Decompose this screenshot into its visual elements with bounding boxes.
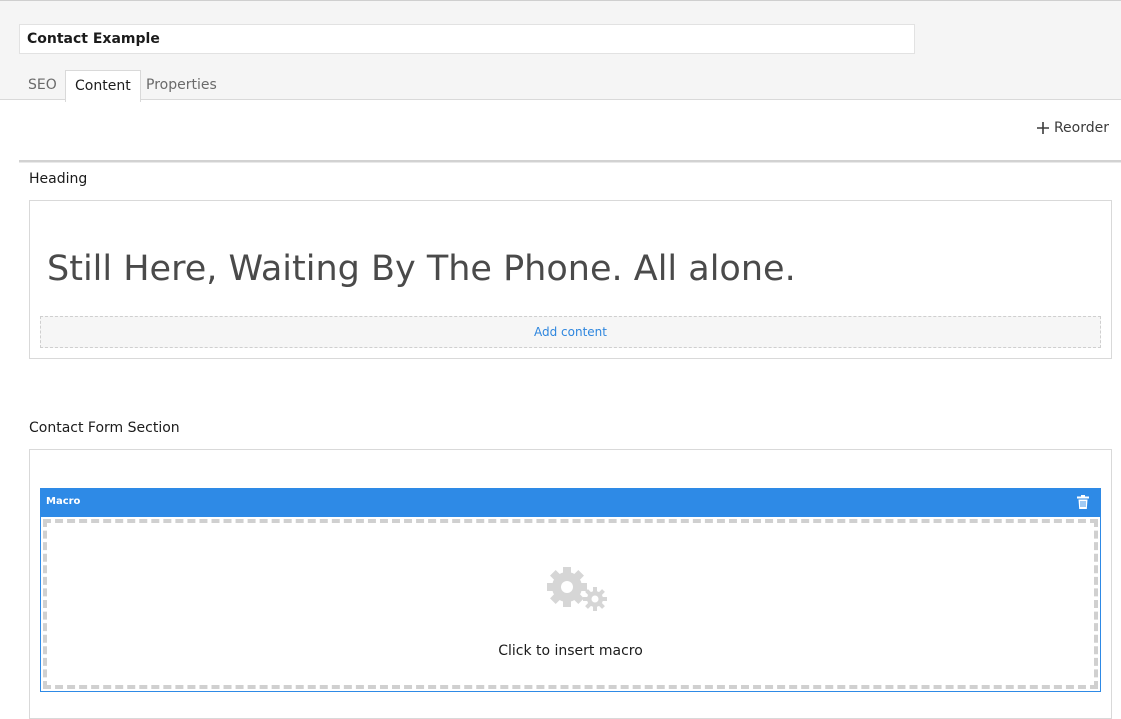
reorder-button[interactable]: Reorder bbox=[1036, 120, 1109, 136]
macro-toolbar: Macro bbox=[40, 488, 1101, 517]
plus-move-icon bbox=[1036, 122, 1049, 134]
editor-header: SEO Content Properties bbox=[0, 0, 1121, 102]
macro-label: Macro bbox=[46, 496, 81, 507]
macro-insert-area[interactable]: Click to insert macro bbox=[40, 517, 1101, 692]
contact-form-section-box: Macro Click to insert macro bbox=[29, 449, 1112, 719]
page-name-input[interactable] bbox=[19, 24, 915, 54]
section-title-contact-form: Contact Form Section bbox=[29, 420, 180, 436]
reorder-label: Reorder bbox=[1053, 120, 1109, 136]
macro-dashed-frame: Click to insert macro bbox=[43, 519, 1098, 689]
tab-properties[interactable]: Properties bbox=[137, 70, 226, 101]
add-content-button[interactable]: Add content bbox=[40, 316, 1101, 348]
tab-content[interactable]: Content bbox=[65, 70, 141, 102]
content-divider bbox=[19, 160, 1121, 163]
heading-content-text[interactable]: Still Here, Waiting By The Phone. All al… bbox=[47, 249, 796, 289]
macro-placeholder-text: Click to insert macro bbox=[498, 643, 643, 659]
trash-icon[interactable] bbox=[1077, 495, 1089, 509]
tab-seo[interactable]: SEO bbox=[19, 70, 66, 101]
section-title-heading: Heading bbox=[29, 171, 88, 187]
heading-section-box: Still Here, Waiting By The Phone. All al… bbox=[29, 200, 1112, 359]
gears-icon bbox=[547, 567, 607, 611]
